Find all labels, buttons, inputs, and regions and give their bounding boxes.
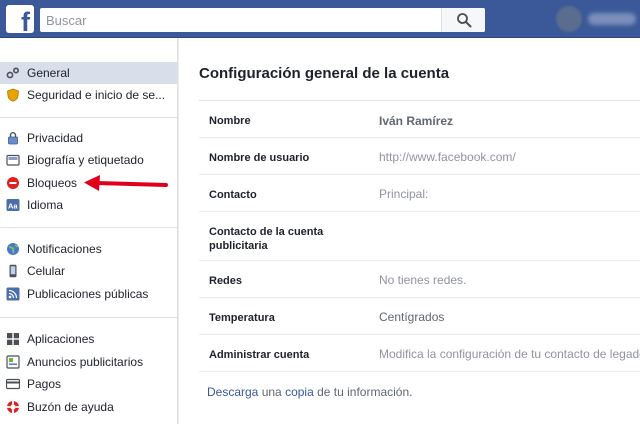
sidebar-item-label: Buzón de ayuda (27, 400, 114, 414)
sidebar-item-language[interactable]: Aa Idioma (0, 194, 177, 216)
sidebar-item-label: Aplicaciones (27, 332, 95, 346)
sidebar-item-label: Notificaciones (27, 242, 102, 256)
setting-value: Modifica la configuración de tu contacto… (379, 347, 640, 361)
globe-icon (6, 242, 20, 256)
sidebar-item-label: Idioma (27, 198, 64, 212)
settings-row-name[interactable]: Nombre Iván Ramírez (199, 101, 640, 138)
settings-row-contact[interactable]: Contacto Principal: (199, 175, 640, 212)
setting-key: Administrar cuenta (209, 349, 310, 361)
facebook-logo-letter: f (21, 7, 30, 37)
sidebar-item-label: Celular (27, 264, 66, 278)
sidebar-item-label: Privacidad (27, 131, 84, 145)
avatar[interactable] (556, 6, 582, 32)
card-icon (6, 377, 20, 391)
sidebar-item-timeline[interactable]: Biografía y etiquetado (0, 149, 177, 171)
phone-icon (6, 264, 20, 278)
sidebar-item-label: Bloqueos (27, 176, 78, 190)
sidebar-item-support-inbox[interactable]: Buzón de ayuda (0, 396, 177, 418)
page-title: Configuración general de la cuenta (199, 65, 450, 82)
profile-name-blurred (588, 13, 636, 25)
copy-link[interactable]: copia (285, 385, 314, 399)
download-info-footer: Descarga una copia de tu información. (207, 385, 412, 399)
sidebar-item-label: Biografía y etiquetado (27, 153, 144, 167)
search-box (40, 8, 485, 32)
svg-text:Aa: Aa (8, 202, 18, 211)
settings-row-temperature[interactable]: Temperatura Centígrados (199, 298, 640, 335)
footer-text-part: una (258, 385, 286, 399)
ads-icon (6, 355, 20, 369)
settings-sidebar: General Seguridad e inicio de se... Priv… (0, 38, 178, 424)
setting-value: Centígrados (379, 310, 445, 324)
download-link[interactable]: Descarga (207, 385, 258, 399)
setting-value: http://www.facebook.com/ (379, 150, 516, 164)
search-icon (457, 13, 472, 28)
facebook-logo[interactable]: f (6, 5, 34, 37)
sidebar-item-public-posts[interactable]: Publicaciones públicas (0, 283, 177, 305)
sidebar-divider (0, 117, 177, 118)
timeline-icon (6, 153, 20, 167)
sidebar-item-notifications[interactable]: Notificaciones (0, 238, 177, 260)
profile-link[interactable] (556, 4, 640, 34)
sidebar-item-mobile[interactable]: Celular (0, 260, 177, 282)
setting-value: No tienes redes. (379, 273, 467, 287)
setting-value: Principal: (379, 187, 429, 201)
sidebar-item-label: General (27, 66, 70, 80)
sidebar-item-payments[interactable]: Pagos (0, 373, 177, 395)
footer-text-part: de tu información. (313, 385, 413, 399)
settings-main-panel: Configuración general de la cuenta Nombr… (179, 38, 640, 424)
top-bar: f (0, 0, 640, 38)
rss-icon (6, 287, 20, 301)
sidebar-divider (0, 317, 177, 318)
block-icon (6, 176, 20, 190)
settings-row-manage-account[interactable]: Administrar cuenta Modifica la configura… (199, 335, 640, 372)
setting-key: Contacto (209, 189, 257, 201)
search-input[interactable] (40, 8, 445, 32)
setting-key: Nombre (209, 115, 251, 127)
sidebar-item-label: Anuncios publicitarios (27, 355, 144, 369)
sidebar-item-label: Publicaciones públicas (27, 287, 149, 301)
settings-row-username[interactable]: Nombre de usuario http://www.facebook.co… (199, 138, 640, 175)
settings-row-networks[interactable]: Redes No tienes redes. (199, 261, 640, 298)
setting-key: Contacto de la cuenta publicitaria (209, 226, 324, 252)
sidebar-item-security[interactable]: Seguridad e inicio de se... (0, 84, 177, 106)
settings-row-ad-account-contact[interactable]: Contacto de la cuenta publicitaria (199, 212, 640, 261)
language-icon: Aa (6, 198, 20, 212)
sidebar-divider (0, 227, 177, 228)
gears-icon (6, 66, 20, 80)
sidebar-item-apps[interactable]: Aplicaciones (0, 328, 177, 350)
search-button[interactable] (441, 8, 485, 32)
sidebar-item-general[interactable]: General (0, 62, 177, 84)
lifebuoy-icon (6, 400, 20, 414)
sidebar-item-ads[interactable]: Anuncios publicitarios (0, 351, 177, 373)
setting-value: Iván Ramírez (379, 114, 454, 128)
setting-key: Redes (209, 275, 243, 287)
sidebar-item-privacy[interactable]: Privacidad (0, 127, 177, 149)
sidebar-item-label: Pagos (27, 377, 62, 391)
sidebar-item-label: Seguridad e inicio de se... (27, 88, 166, 102)
apps-icon (6, 332, 20, 346)
setting-key: Nombre de usuario (209, 152, 310, 164)
shield-icon (6, 88, 20, 102)
annotation-arrow-icon (84, 175, 168, 191)
lock-icon (6, 131, 20, 145)
setting-key: Temperatura (209, 312, 275, 324)
